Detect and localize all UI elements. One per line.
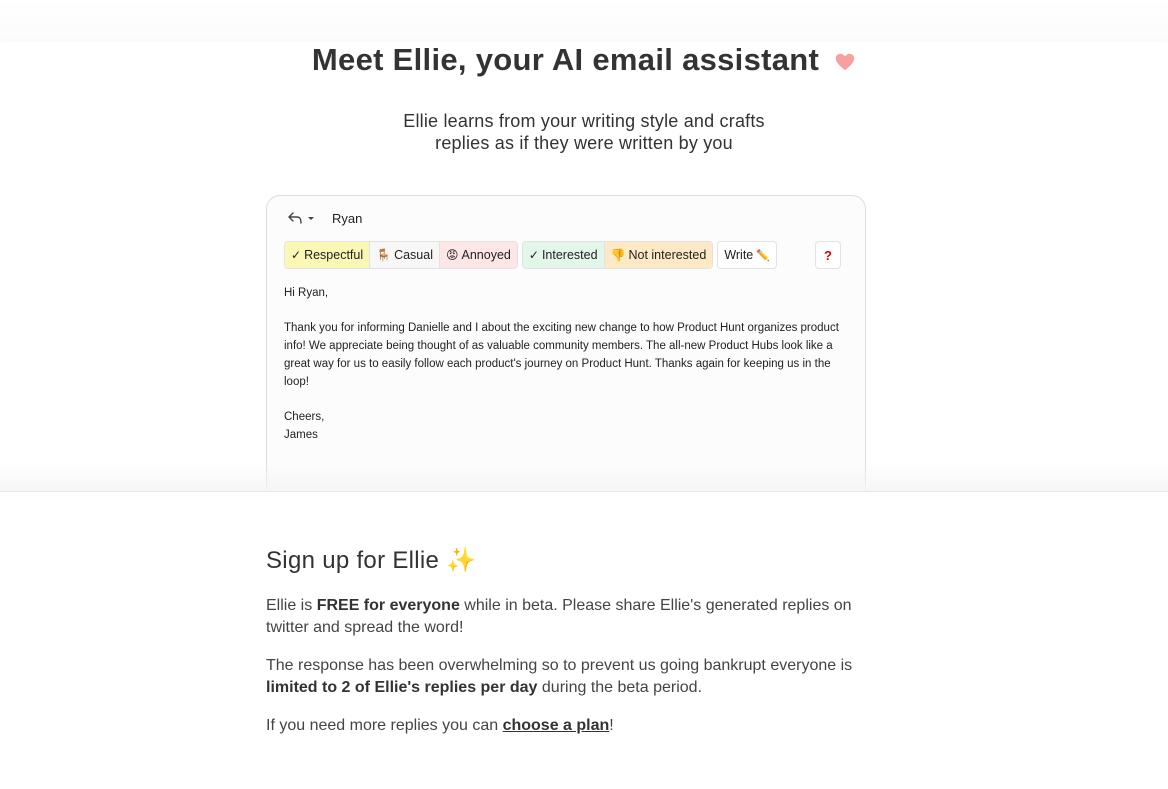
- reply-signoff: Cheers,: [284, 411, 325, 423]
- p2-text-a: The response has been overwhelming so to…: [266, 657, 853, 674]
- tone-interested-label: Interested: [541, 248, 598, 262]
- help-button[interactable]: ?: [814, 241, 841, 269]
- reply-icon[interactable]: [287, 211, 303, 225]
- reply-body: Thank you for informing Danielle and I a…: [284, 322, 839, 388]
- pencil-icon: ✏️: [756, 249, 770, 262]
- tone-not-interested-label: Not interested: [628, 248, 707, 262]
- tone-not-interested-button[interactable]: 👎 Not interested: [604, 242, 713, 268]
- tone-casual-button[interactable]: 🪑 Casual: [370, 242, 440, 268]
- top-bar: [0, 0, 1168, 40]
- generated-reply: Hi Ryan, Thank you for informing Daniell…: [284, 284, 844, 444]
- signup-paragraph-free: Ellie is FREE for everyone while in beta…: [266, 595, 856, 639]
- angry-face-icon: 😡: [446, 248, 459, 262]
- thumbs-down-icon: 👎: [610, 248, 626, 262]
- reply-signature: James: [284, 429, 318, 441]
- choose-plan-link[interactable]: choose a plan: [503, 717, 610, 734]
- signup-paragraph-plan: If you need more replies you can choose …: [266, 715, 856, 737]
- page-title: Meet Ellie, your AI email assistant: [0, 40, 1168, 80]
- tone-interested-button[interactable]: ✓ Interested: [522, 242, 605, 268]
- tone-casual-label: Casual: [394, 248, 433, 262]
- write-label: Write: [724, 248, 754, 262]
- tone-respectful-label: Respectful: [304, 248, 364, 262]
- check-icon: ✓: [291, 248, 302, 262]
- signup-section: [0, 491, 1168, 789]
- p1-bold: FREE for everyone: [316, 597, 460, 614]
- tone-respectful-button[interactable]: ✓ Respectful: [285, 242, 371, 268]
- signup-paragraph-limit: The response has been overwhelming so to…: [266, 655, 856, 699]
- chevron-down-icon[interactable]: [306, 213, 316, 223]
- chair-icon: 🪑: [376, 248, 392, 262]
- p2-text-b: during the beta period.: [537, 679, 703, 696]
- p1-text-a: Ellie is: [266, 597, 317, 614]
- card-fade-overlay: [0, 462, 1168, 492]
- tone-annoyed-button[interactable]: 😡 Annoyed: [440, 242, 517, 268]
- page-title-text: Meet Ellie, your AI email assistant: [311, 42, 820, 77]
- signup-title: Sign up for Ellie ✨: [266, 547, 477, 574]
- reply-greeting: Hi Ryan,: [284, 287, 329, 299]
- tone-group-interest: ✓ Interested 👎 Not interested: [521, 241, 714, 269]
- recipient-name: Ryan: [332, 210, 363, 226]
- tone-toolbar: ✓ Respectful 🪑 Casual 😡 Annoyed ✓ Intere…: [284, 241, 841, 269]
- reply-header: Ryan: [287, 209, 362, 227]
- write-button[interactable]: Write ✏️: [717, 241, 777, 269]
- subtitle-line-2: replies as if they were written by you: [435, 133, 733, 153]
- p3-text-a: If you need more replies you can: [266, 717, 503, 734]
- tone-group-style: ✓ Respectful 🪑 Casual 😡 Annoyed: [284, 241, 518, 269]
- tone-annoyed-label: Annoyed: [461, 248, 511, 262]
- p2-bold: limited to 2 of Ellie's replies per day: [266, 679, 538, 696]
- p3-text-b: !: [609, 717, 614, 734]
- heart-icon: [835, 53, 855, 71]
- hero-subtitle: Ellie learns from your writing style and…: [334, 110, 834, 154]
- check-icon: ✓: [528, 248, 539, 262]
- subtitle-line-1: Ellie learns from your writing style and…: [403, 111, 765, 131]
